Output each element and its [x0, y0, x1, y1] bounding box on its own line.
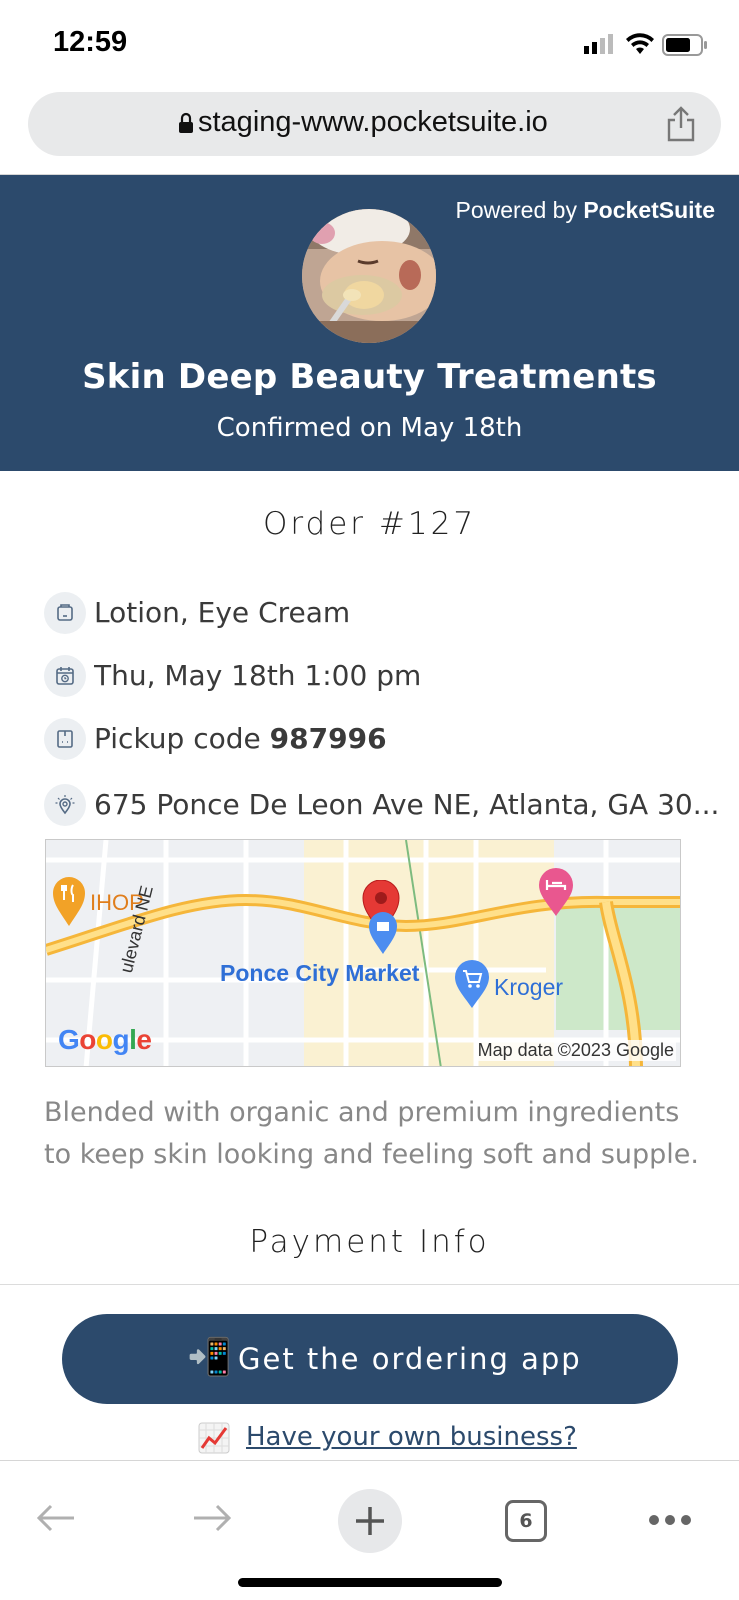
package-icon: [44, 592, 86, 634]
map-attribution: Map data ©2023 Google: [475, 1040, 676, 1061]
lock-icon: [179, 112, 193, 133]
share-icon[interactable]: [664, 106, 698, 142]
plus-icon: [356, 1507, 384, 1535]
order-datetime-row: Thu, May 18th 1:00 pm: [44, 655, 724, 699]
chart-increasing-icon: [198, 1422, 230, 1454]
status-bar: 12:59: [0, 0, 739, 88]
battery-icon: [662, 34, 707, 56]
status-time: 12:59: [53, 26, 128, 58]
address-bar[interactable]: staging-www.pocketsuite.io: [28, 92, 721, 156]
powered-by-brand: PocketSuite: [583, 197, 715, 223]
google-logo: Google: [58, 1024, 152, 1055]
grocery-cart-pin-icon: [455, 960, 489, 1008]
back-arrow-icon[interactable]: [36, 1503, 76, 1533]
pickup-code-text: Pickup code 987996: [94, 722, 387, 755]
map-label-kroger: Kroger: [494, 974, 564, 1000]
locker-icon: [44, 718, 86, 760]
facial-treatment-photo: [302, 209, 436, 343]
cellular-signal-icon: [584, 34, 613, 54]
address-row[interactable]: 675 Ponce De Leon Ave NE, Atlanta, GA 30…: [44, 784, 724, 828]
forward-arrow-icon[interactable]: [192, 1503, 232, 1533]
pickup-code-value: 987996: [269, 722, 387, 755]
order-title: Order #127: [262, 506, 477, 542]
powered-by[interactable]: Powered by PocketSuite: [455, 197, 715, 224]
location-map[interactable]: IHOP ulevard NE Ponce City Market Kroger…: [45, 839, 681, 1067]
order-description: Blended with organic and premium ingredi…: [44, 1097, 699, 1170]
powered-by-prefix: Powered by: [455, 197, 577, 223]
business-avatar: [302, 209, 436, 343]
hotel-pin-icon: [539, 868, 573, 916]
shopping-pin-icon: [369, 912, 397, 954]
order-items: Lotion, Eye Cream: [94, 596, 351, 629]
address-text: 675 Ponce De Leon Ave NE, Atlanta, GA 30…: [94, 788, 720, 821]
map-label-ponce-city-market: Ponce City Market: [220, 960, 420, 986]
more-options-icon[interactable]: [648, 1513, 692, 1527]
order-datetime: Thu, May 18th 1:00 pm: [94, 659, 422, 692]
tabs-button[interactable]: 6: [505, 1500, 547, 1542]
restaurant-pin-icon: [53, 877, 85, 926]
get-ordering-app-label: Get the ordering app: [238, 1342, 582, 1376]
location-pin-icon: [44, 784, 86, 826]
divider: [0, 1284, 739, 1285]
wifi-icon: [626, 33, 654, 54]
calendar-clock-icon: [44, 655, 86, 697]
pickup-code-label: Pickup code: [94, 722, 261, 755]
pickup-code-row: Pickup code 987996: [44, 718, 724, 762]
business-name: Skin Deep Beauty Treatments: [82, 357, 657, 397]
have-own-business-link[interactable]: Have your own business?: [246, 1422, 577, 1452]
order-items-row: Lotion, Eye Cream: [44, 592, 724, 636]
confirmed-date: Confirmed on May 18th: [216, 413, 523, 443]
home-indicator: [238, 1578, 502, 1587]
url-text: staging-www.pocketsuite.io: [198, 106, 548, 138]
new-tab-button[interactable]: [338, 1489, 402, 1553]
business-header: Powered by PocketSuite Skin Deep Beauty …: [0, 175, 739, 471]
get-ordering-app-button[interactable]: 📲 Get the ordering app: [62, 1314, 678, 1404]
mobile-phone-arrow-icon: 📲: [187, 1337, 232, 1378]
payment-info-title: Payment Info: [249, 1224, 490, 1260]
tab-count: 6: [519, 1510, 533, 1532]
